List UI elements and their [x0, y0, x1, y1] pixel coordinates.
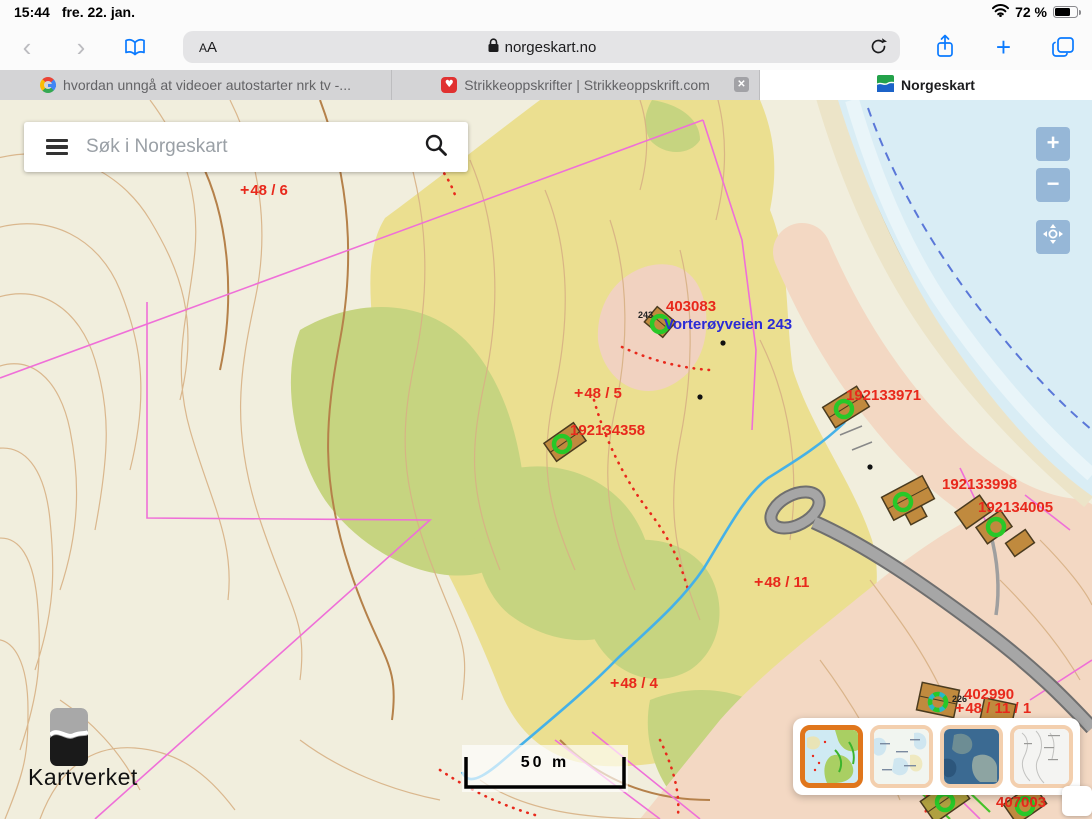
wifi-icon [992, 4, 1009, 20]
tabs-overview-icon[interactable] [1033, 36, 1092, 58]
battery-icon [1053, 6, 1078, 18]
my-location-button[interactable] [1036, 220, 1070, 254]
tab-label: Strikkeoppskrifter | Strikkeoppskrift.co… [464, 77, 710, 93]
tab-strikkeoppskrifter[interactable]: ♥ Strikkeoppskrifter | Strikkeoppskrift.… [392, 70, 760, 100]
url-text: norgeskart.no [505, 39, 597, 56]
forward-button[interactable]: › [54, 24, 108, 70]
layer-thumbnail-aerial-photo[interactable] [940, 725, 1003, 788]
map-canvas[interactable] [0, 100, 1092, 819]
layer-thumbnail-greyscale-map[interactable] [1010, 725, 1073, 788]
browser-toolbar: ‹ › AA norgeskart.no + [0, 24, 1092, 70]
date: fre. 22. jan. [62, 4, 135, 20]
new-tab-button[interactable]: + [974, 32, 1033, 63]
battery-percent: 72 % [1015, 4, 1047, 20]
address-bar[interactable]: AA norgeskart.no [183, 31, 900, 63]
tab-google-search[interactable]: hvordan unngå at videoer autostarter nrk… [0, 70, 392, 100]
tab-bar: hvordan unngå at videoer autostarter nrk… [0, 70, 1092, 100]
clock: 15:44 [14, 4, 50, 20]
reload-button[interactable] [869, 37, 888, 61]
tab-norgeskart-active[interactable]: Norgeskart [760, 70, 1092, 100]
zoom-in-button[interactable]: + [1036, 127, 1070, 161]
status-bar: 15:44 fre. 22. jan. 72 % [0, 0, 1092, 24]
collapsed-control-button[interactable] [1062, 786, 1092, 816]
layer-thumbnail-topo-map[interactable] [870, 725, 933, 788]
share-icon[interactable] [915, 34, 974, 60]
crosshair-arrows-icon [1043, 221, 1063, 253]
padlock-icon [487, 38, 500, 57]
tab-label: Norgeskart [901, 77, 975, 93]
ipad-safari-screen: 15:44 fre. 22. jan. 72 % ‹ › AA norgeska… [0, 0, 1092, 819]
zoom-out-button[interactable]: − [1036, 168, 1070, 202]
map-search-box[interactable]: Søk i Norgeskart [24, 122, 468, 172]
bookmarks-icon[interactable] [108, 38, 162, 56]
tab-label: hvordan unngå at videoer autostarter nrk… [63, 77, 351, 93]
search-input[interactable]: Søk i Norgeskart [86, 136, 424, 158]
close-tab-icon[interactable]: ✕ [734, 77, 749, 92]
heart-favicon-icon: ♥ [441, 77, 457, 93]
map-viewport[interactable]: +48 / 6 403083 Vorterøyveien 243 243 +48… [0, 100, 1092, 819]
menu-icon[interactable] [46, 139, 68, 155]
back-button[interactable]: ‹ [0, 24, 54, 70]
search-icon[interactable] [424, 133, 448, 162]
norgeskart-favicon-icon [877, 75, 894, 95]
layer-thumbnail-land-map[interactable] [800, 725, 863, 788]
google-favicon-icon [40, 77, 56, 93]
layer-selector-panel [793, 718, 1080, 795]
